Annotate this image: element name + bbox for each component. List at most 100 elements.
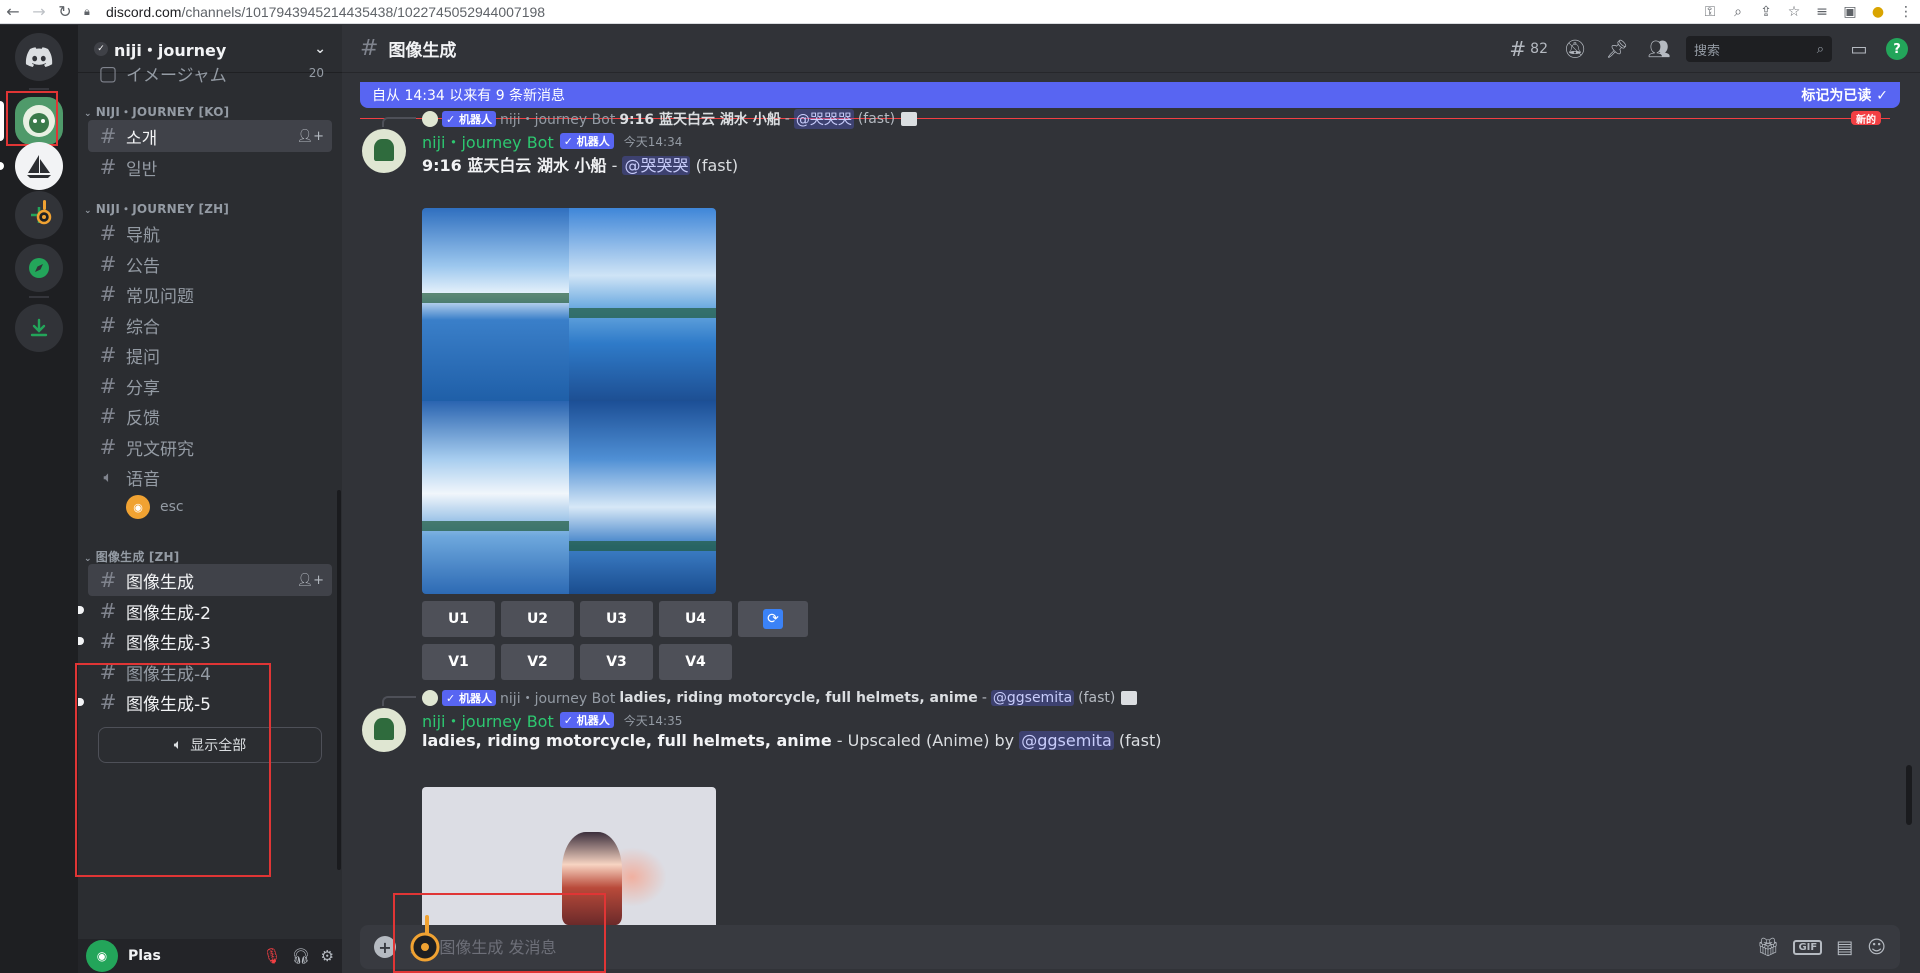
zoom-icon[interactable]: ⌕ — [1724, 4, 1752, 20]
hash-icon: # — [99, 155, 117, 179]
channel-image-0[interactable]: # 图像生成 👤︎+ — [88, 564, 332, 596]
search-icon: ⌕ — [1816, 41, 1824, 57]
hash-icon: # — [99, 282, 117, 306]
channel-ko-intro[interactable]: # 소개 👤︎+ — [88, 120, 332, 152]
add-user-icon[interactable]: 👤︎+ — [297, 573, 324, 588]
reply-mention[interactable]: @ggsemita — [990, 690, 1075, 706]
hash-icon: # — [99, 374, 117, 398]
message-mention[interactable]: @哭哭哭 — [622, 156, 691, 175]
guild-name: niji・journey — [114, 40, 227, 60]
avatar[interactable] — [362, 129, 406, 173]
gear-icon[interactable]: ⚙ — [321, 947, 334, 965]
message-author[interactable]: niji・journey Bot — [422, 708, 554, 732]
mark-read-icon: ✓ — [1876, 88, 1888, 104]
mute-bell-icon[interactable]: 🔕︎ — [1560, 39, 1590, 60]
headset-icon[interactable]: 🎧︎ — [292, 947, 311, 965]
hash-icon: # — [99, 343, 117, 367]
pin-icon[interactable]: 📌︎ — [1602, 39, 1632, 60]
message-author[interactable]: niji・journey Bot — [422, 129, 554, 153]
members-icon[interactable]: 👥︎ — [1644, 39, 1674, 60]
channel-zh-1[interactable]: # 公告 — [88, 248, 332, 280]
message-mention[interactable]: @ggsemita — [1019, 731, 1114, 750]
v2-button[interactable]: V2 — [501, 644, 574, 680]
playlist-icon[interactable]: ≡ — [1808, 4, 1836, 20]
bot-badge: ✓ 机器人 — [442, 111, 497, 127]
gift-icon[interactable]: 🎁︎ — [1757, 937, 1780, 958]
midjourney-server-icon[interactable] — [15, 142, 63, 190]
hash-icon: # — [360, 36, 379, 61]
channel-partial[interactable]: ▢ イメージャム 20 — [88, 63, 332, 83]
inbox-icon[interactable]: ▭ — [1844, 39, 1874, 60]
avatar[interactable] — [362, 708, 406, 752]
channel-zh-6[interactable]: # 反馈 — [88, 400, 332, 432]
message-suffix: (fast) — [690, 156, 739, 175]
channel-zh-3[interactable]: # 综合 — [88, 309, 332, 341]
address-bar[interactable]: 🔒︎ discord.com/channels/1017943945214435… — [84, 2, 545, 22]
bot-badge: ✓ 机器人 — [559, 133, 614, 149]
image-grid[interactable] — [422, 208, 716, 594]
discord-home-icon[interactable] — [15, 33, 63, 81]
channel-image-2[interactable]: # 图像生成-3 — [88, 625, 332, 657]
threads-button[interactable]: # 82 — [1509, 37, 1548, 61]
mute-icon[interactable]: 🎙︎ — [262, 947, 281, 965]
sidebar-scrollbar[interactable] — [337, 490, 341, 870]
add-server-icon[interactable] — [15, 191, 63, 239]
help-icon[interactable]: ? — [1886, 38, 1908, 60]
channel-zh-7[interactable]: # 咒文研究 — [88, 431, 332, 463]
channel-zh-0[interactable]: # 导航 — [88, 217, 332, 249]
forward-icon[interactable]: → — [26, 0, 52, 24]
chevron-down-icon[interactable]: ⌄ — [314, 41, 326, 57]
chat-scrollbar[interactable] — [1906, 765, 1912, 825]
share-icon[interactable]: ⇪ — [1752, 4, 1780, 20]
u3-button[interactable]: U3 — [580, 601, 653, 637]
channel-ko-general[interactable]: # 일반 — [88, 151, 332, 183]
reply-reference[interactable]: ✓ 机器人 niji・journey Bot 9:16 蓝天白云 湖水 小船 -… — [422, 109, 918, 129]
voice-channel[interactable]: 🔈︎ 语音 — [88, 461, 332, 493]
search-input[interactable]: 搜索 ⌕ — [1686, 36, 1832, 62]
gif-icon[interactable]: GIF — [1793, 939, 1823, 955]
avatar[interactable]: ◉ — [86, 940, 118, 972]
new-messages-banner[interactable]: 自从 14:34 以来有 9 条新消息 标记为已读 ✓ — [360, 82, 1900, 108]
channel-zh-2[interactable]: # 常见问题 — [88, 278, 332, 310]
back-icon[interactable]: ← — [0, 0, 26, 24]
category-ko[interactable]: ⌄ NIJI・JOURNEY [KO] — [84, 103, 229, 120]
menu-icon[interactable]: ⋮ — [1892, 4, 1920, 20]
profile-icon[interactable]: ● — [1864, 4, 1892, 20]
channel-count: 20 — [308, 66, 324, 80]
reload-icon[interactable]: ↻ — [52, 0, 78, 24]
v4-button[interactable]: V4 — [659, 644, 732, 680]
unread-dot — [78, 606, 84, 614]
channel-zh-4[interactable]: # 提问 — [88, 339, 332, 371]
sidepanel-icon[interactable]: ▣ — [1836, 4, 1864, 20]
bot-badge: ✓ 机器人 — [559, 712, 614, 728]
reply-reference[interactable]: ✓ 机器人 niji・journey Bot ladies, riding mo… — [422, 688, 1138, 708]
channel-zh-5[interactable]: # 分享 — [88, 370, 332, 402]
emoji-icon[interactable]: ☺ — [1867, 937, 1886, 958]
key-icon[interactable]: ⚿ — [1696, 4, 1724, 20]
sticker-icon[interactable]: ▤ — [1836, 937, 1853, 958]
u4-button[interactable]: U4 — [659, 601, 732, 637]
thread-count: 82 — [1530, 41, 1548, 57]
v1-button[interactable]: V1 — [422, 644, 495, 680]
image-quadrant — [422, 208, 569, 401]
voice-user-name: esc — [160, 499, 184, 515]
v3-button[interactable]: V3 — [580, 644, 653, 680]
reply-mention[interactable]: @哭哭哭 — [793, 109, 854, 129]
u2-button[interactable]: U2 — [501, 601, 574, 637]
unread-dot — [78, 637, 84, 645]
thread-hash-icon: # — [99, 568, 117, 592]
threads-icon: # — [1509, 37, 1527, 61]
message-prompt: ladies, riding motorcycle, full helmets,… — [422, 731, 832, 750]
category-zh[interactable]: ⌄ NIJI・JOURNEY [ZH] — [84, 200, 229, 217]
mark-read-button[interactable]: 标记为已读 ✓ — [1801, 85, 1888, 105]
category-image[interactable]: ⌄ 图像生成 [ZH] — [84, 548, 179, 565]
add-user-icon[interactable]: 👤︎+ — [297, 129, 324, 144]
channel-label: 图像生成-3 — [126, 633, 211, 654]
channel-image-1[interactable]: # 图像生成-2 — [88, 595, 332, 627]
star-icon[interactable]: ☆ — [1780, 4, 1808, 20]
u1-button[interactable]: U1 — [422, 601, 495, 637]
reroll-button[interactable]: ⟳ — [738, 601, 808, 637]
download-icon[interactable] — [15, 304, 63, 352]
explore-icon[interactable] — [15, 244, 63, 292]
voice-user[interactable]: ◉ esc — [126, 495, 184, 519]
